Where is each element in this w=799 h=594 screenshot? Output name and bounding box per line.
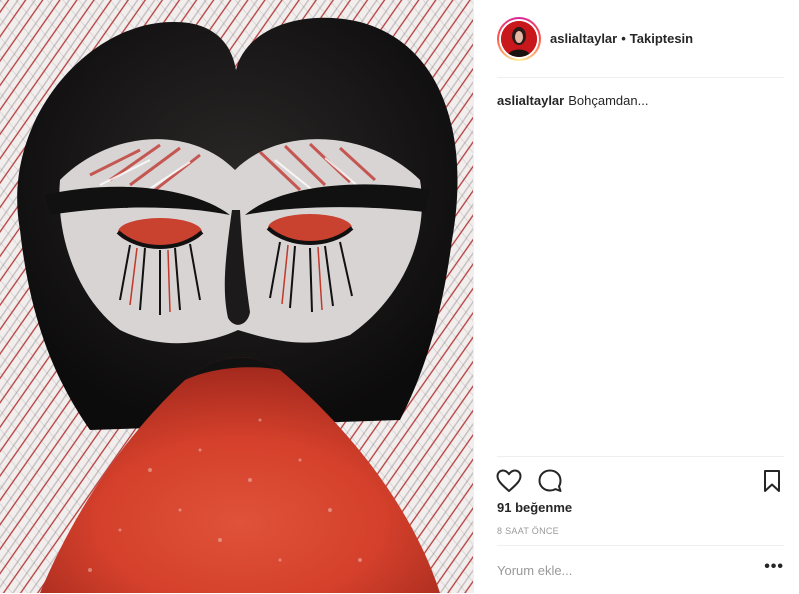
follow-status-button[interactable]: Takiptesin: [630, 31, 693, 46]
avatar-image: [501, 20, 537, 57]
caption-username-link[interactable]: aslialtaylar: [497, 93, 564, 108]
post-details-panel: aslialtaylar • Takiptesin aslialtaylar Bo…: [474, 0, 799, 593]
separator-dot: •: [621, 31, 626, 46]
save-button[interactable]: [759, 468, 785, 494]
post-timestamp[interactable]: 8 SAAT ÖNCE: [497, 526, 559, 536]
likes-count[interactable]: 91 beğenme: [497, 500, 572, 515]
caption-text: Bohçamdan...: [568, 93, 649, 108]
heart-icon: [496, 469, 522, 492]
avatar[interactable]: [497, 16, 541, 61]
comment-button[interactable]: [537, 468, 563, 494]
post-header: aslialtaylar • Takiptesin: [497, 0, 784, 78]
action-bar: [496, 456, 785, 501]
post-caption: aslialtaylar Bohçamdan...: [497, 92, 784, 109]
username-link[interactable]: aslialtaylar: [550, 31, 617, 46]
artwork-drawing: [0, 0, 473, 593]
more-options-icon[interactable]: •••: [764, 559, 784, 578]
comment-input[interactable]: [497, 562, 737, 578]
like-button[interactable]: [496, 468, 522, 494]
post-image[interactable]: [0, 0, 474, 593]
comment-form: •••: [497, 545, 784, 594]
comment-bubble-icon: [538, 469, 562, 492]
bookmark-icon: [764, 470, 780, 492]
